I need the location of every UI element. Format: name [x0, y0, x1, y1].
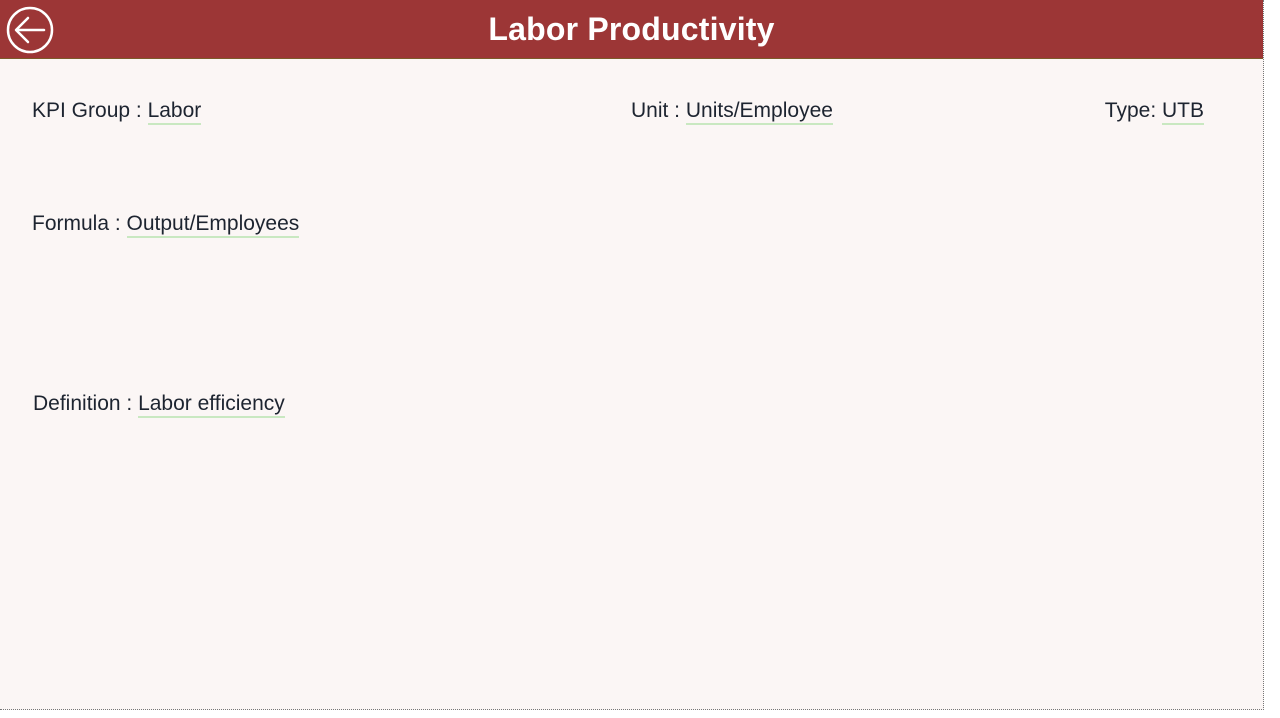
kpi-definition-page: Labor Productivity KPI Group : Labor Uni…	[0, 0, 1264, 710]
type-field: Type: UTB	[1104, 99, 1204, 125]
formula-field: Formula : Output/Employees	[32, 212, 300, 238]
kpi-group-value: Labor	[147, 99, 202, 125]
definition-field: Definition : Labor efficiency	[33, 392, 285, 418]
unit-field: Unit : Units/Employee	[631, 99, 833, 125]
kpi-group-field: KPI Group : Labor	[32, 99, 202, 125]
unit-label: Unit :	[631, 99, 686, 122]
page-title: Labor Productivity	[488, 11, 775, 47]
definition-label: Definition :	[33, 392, 139, 415]
page-header: Labor Productivity	[0, 0, 1263, 59]
formula-value: Output/Employees	[126, 212, 300, 238]
unit-value: Units/Employee	[685, 99, 833, 125]
type-label: Type:	[1104, 99, 1162, 122]
kpi-group-label: KPI Group :	[32, 99, 148, 122]
formula-label: Formula :	[32, 212, 127, 235]
definition-value: Labor efficiency	[138, 392, 285, 418]
type-value: UTB	[1162, 99, 1204, 125]
